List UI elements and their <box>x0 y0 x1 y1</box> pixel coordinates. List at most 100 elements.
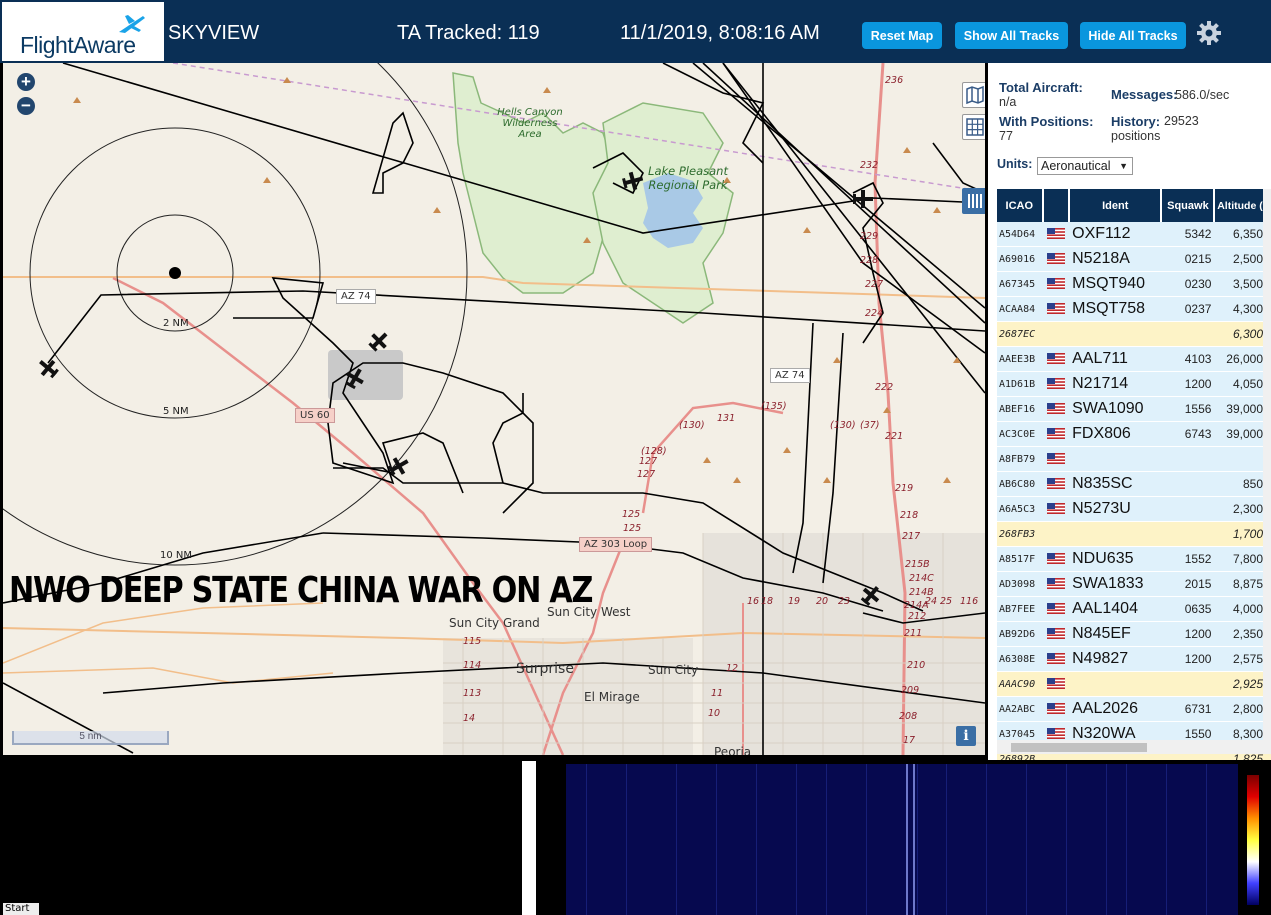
icao-cell: AA2ABC <box>997 696 1043 722</box>
tracked-count: TA Tracked: 119 <box>397 22 540 44</box>
ident-cell: SWA1833 <box>1069 571 1162 597</box>
flag-cell <box>1042 346 1070 372</box>
flag-cell <box>1042 571 1070 597</box>
gear-icon[interactable] <box>1196 20 1222 46</box>
ident-cell: AAL1404 <box>1069 596 1162 622</box>
route-number-label: 11 <box>711 688 724 699</box>
ident-cell: MSQT758 <box>1069 296 1162 322</box>
reset-map-button[interactable]: Reset Map <box>862 22 942 49</box>
table-row[interactable]: AB92D6N845EF12002,350▼ <box>997 621 1271 647</box>
table-row[interactable]: A69016 N5218A 0215 2,500 <box>997 246 1271 272</box>
route-number-label: 24 <box>925 596 938 607</box>
road-sign: AZ 74 <box>770 368 810 383</box>
table-row[interactable]: AB7FEEAAL140406354,000▼ <box>997 596 1271 622</box>
flag-cell <box>1042 696 1070 722</box>
route-number-label: 12 <box>726 663 739 674</box>
us-flag-icon <box>1046 428 1065 440</box>
horizontal-scrollbar[interactable] <box>997 740 1271 754</box>
hide-all-tracks-button[interactable]: Hide All Tracks <box>1080 22 1186 49</box>
route-number-label: 218 <box>900 510 919 521</box>
route-number-label: 23 <box>838 596 851 607</box>
table-row[interactable]: 268FB3 1,700 <box>997 521 1271 547</box>
info-button[interactable]: i <box>956 726 976 746</box>
place-label: Peoria <box>714 745 752 755</box>
messages-label: Messages: <box>1111 87 1178 102</box>
route-number-label: 212 <box>908 611 927 622</box>
route-number-label: 224 <box>865 308 884 319</box>
start-button[interactable]: Start <box>3 903 39 915</box>
icao-cell: AB6C80 <box>997 471 1043 497</box>
flag-cell <box>1042 596 1070 622</box>
squawk-cell <box>1161 671 1215 697</box>
icao-cell: AC3C0E <box>997 421 1043 447</box>
us-flag-icon <box>1046 728 1065 740</box>
vertical-scrollbar[interactable] <box>1263 189 1271 740</box>
road-sign: AZ 303 Loop <box>579 537 653 552</box>
squawk-cell <box>1161 496 1215 522</box>
us-flag-icon <box>1046 478 1065 490</box>
route-number-label: 219 <box>895 483 914 494</box>
units-select[interactable]: Aeronautical ▼ <box>1037 157 1133 175</box>
squawk-cell: 6743 <box>1161 421 1215 447</box>
header-bar: FlightAware SKYVIEW TA Tracked: 119 11/1… <box>0 0 1271 63</box>
units-selected-value: Aeronautical <box>1041 159 1111 173</box>
route-number-label: 17 <box>903 735 916 746</box>
icao-cell: AAEE3B <box>997 346 1043 372</box>
grid-icon <box>966 118 984 136</box>
ident-cell: SWA1090 <box>1069 396 1162 422</box>
table-row[interactable]: AAAC902,925▲ <box>997 671 1271 697</box>
table-row[interactable]: A54D64 OXF112 5342 6,350 <box>997 222 1271 247</box>
app-name: SKYVIEW <box>168 22 260 44</box>
column-header-icao[interactable]: ICAO <box>997 189 1044 222</box>
table-row[interactable]: AC3C0E FDX806 6743 39,000 <box>997 421 1271 447</box>
table-row[interactable]: 2687EC 6,300 <box>997 321 1271 347</box>
table-row[interactable]: A1D61BN2171412004,050▼ <box>997 371 1271 397</box>
route-number-label: 221 <box>885 431 904 442</box>
map-icon <box>966 85 984 105</box>
ident-cell <box>1069 521 1162 547</box>
route-number-label: 217 <box>902 531 921 542</box>
column-toggle-button[interactable] <box>962 188 985 214</box>
table-row[interactable]: ACAA84 MSQT758 0237 4,300 <box>997 296 1271 322</box>
altitude-value: 7,800 <box>1232 552 1263 566</box>
table-row[interactable]: AB6C80N835SC850▼ <box>997 471 1271 497</box>
route-number-label: 228 <box>860 255 879 266</box>
squawk-cell <box>1161 321 1215 347</box>
overlay-caption: NWO DEEP STATE CHINA WAR ON AZ <box>9 570 593 611</box>
table-row[interactable]: A8517FNDU63515527,800▼ <box>997 546 1271 572</box>
table-row[interactable]: AD3098SWA183320158,875▼ <box>997 571 1271 597</box>
table-row[interactable]: A8FB79 <box>997 446 1271 472</box>
flag-cell <box>1042 646 1070 672</box>
zoom-in-button[interactable]: + <box>17 73 35 91</box>
column-header-ident[interactable]: Ident <box>1069 189 1163 222</box>
icao-cell: ABEF16 <box>997 396 1043 422</box>
column-header-flag[interactable] <box>1042 189 1071 222</box>
ident-cell: N49827 <box>1069 646 1162 672</box>
column-header-squawk[interactable]: Squawk <box>1161 189 1216 222</box>
route-number-label: 115 <box>463 636 482 647</box>
scrollbar-thumb[interactable] <box>1011 743 1147 752</box>
table-row[interactable]: AAEE3B AAL711 4103 26,000 <box>997 346 1271 372</box>
table-row[interactable]: AA2ABC AAL2026 6731 2,800 <box>997 696 1271 722</box>
us-flag-icon <box>1046 503 1065 515</box>
us-flag-icon <box>1046 703 1065 715</box>
road-sign: US 60 <box>295 408 335 423</box>
table-row[interactable]: A6308E N49827 1200 2,575 <box>997 646 1271 672</box>
route-number-label: 114 <box>463 660 482 671</box>
altitude-value: 3,500 <box>1232 277 1263 291</box>
zoom-out-button[interactable]: − <box>17 97 35 115</box>
route-number-label: 14 <box>463 713 476 724</box>
icao-cell: A6A5C3 <box>997 496 1043 522</box>
map-view[interactable]: + − 2 NM 5 NM 10 NM Hells Canyon Wildern… <box>3 63 985 755</box>
table-row[interactable]: A6A5C3N5273U2,300▼ <box>997 496 1271 522</box>
ident-cell: N845EF <box>1069 621 1162 647</box>
table-row[interactable]: ABEF16 SWA1090 1556 39,000 <box>997 396 1271 422</box>
show-all-tracks-button[interactable]: Show All Tracks <box>955 22 1068 49</box>
map-layers-button[interactable] <box>962 82 985 108</box>
flightaware-logo[interactable]: FlightAware <box>2 2 164 61</box>
grid-toggle-button[interactable] <box>962 114 985 140</box>
flag-cell <box>1042 296 1070 322</box>
us-flag-icon <box>1046 603 1065 615</box>
table-row[interactable]: A67345MSQT94002303,500▲ <box>997 271 1271 297</box>
route-number-label: 227 <box>865 279 884 290</box>
